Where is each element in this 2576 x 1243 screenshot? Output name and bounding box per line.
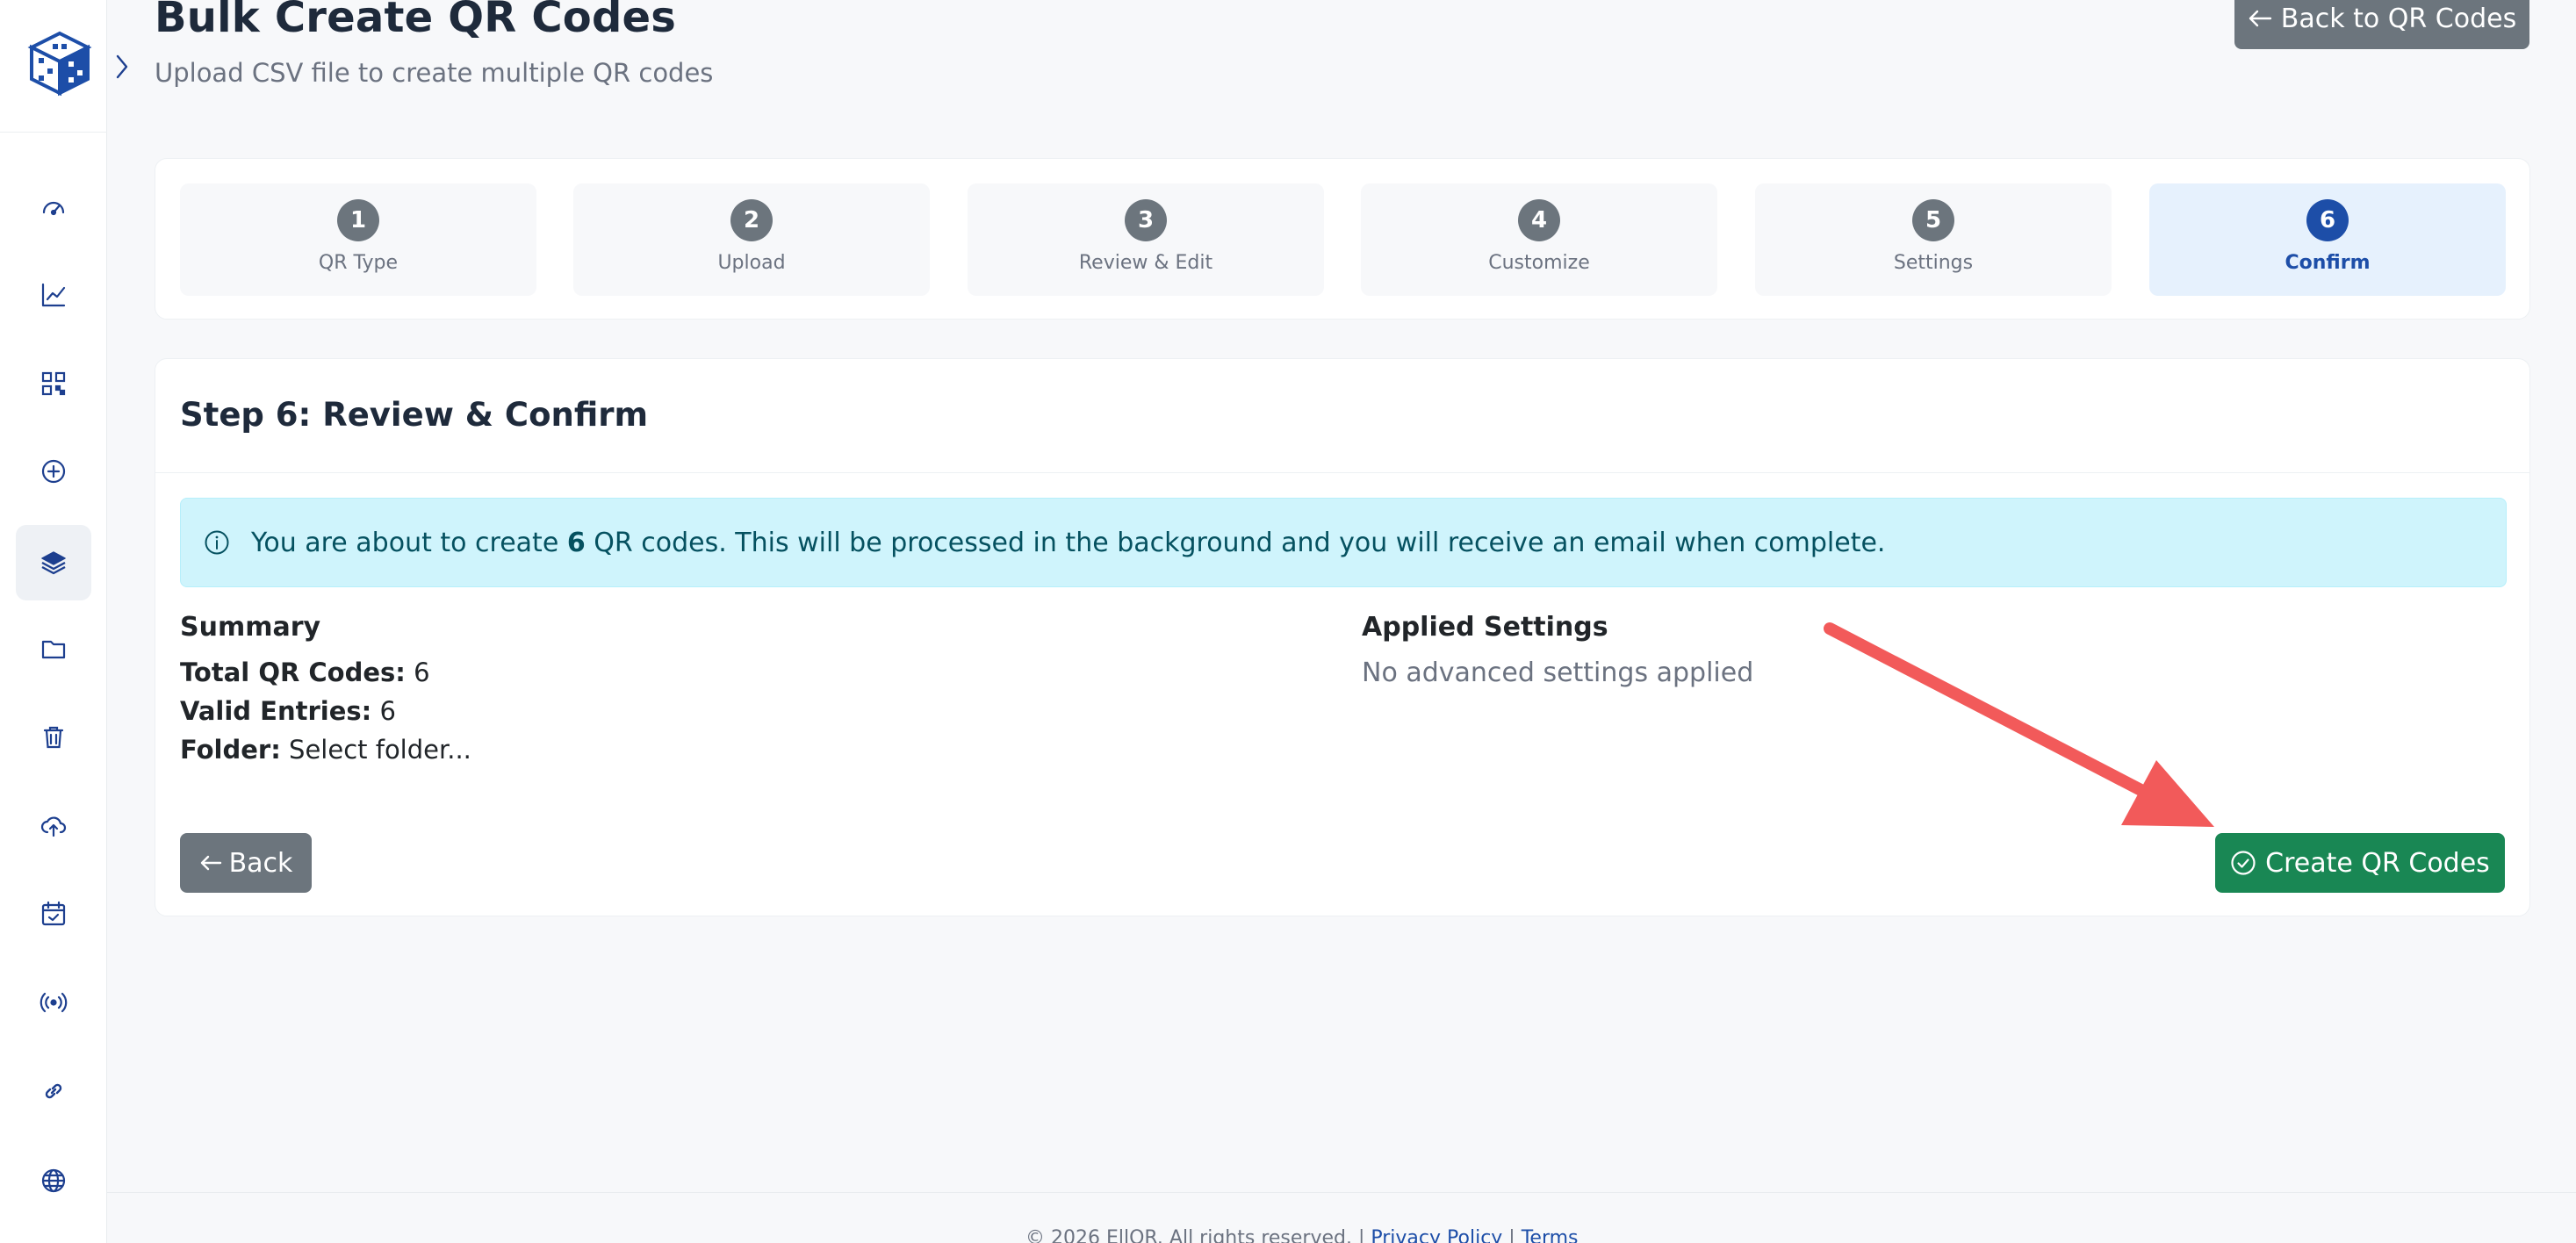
step-label: Settings: [1893, 252, 1974, 274]
step-number: 6: [2306, 199, 2349, 241]
footer-copyright: © 2026 EllQR. All rights reserved. |: [1025, 1227, 1371, 1243]
gauge-icon: [42, 201, 65, 216]
step-qr-type[interactable]: 1 QR Type: [180, 183, 536, 296]
qr-code-icon: [41, 371, 66, 396]
arrow-left-icon: [2249, 10, 2271, 27]
privacy-policy-link[interactable]: Privacy Policy: [1371, 1227, 1502, 1243]
sidebar: [0, 0, 107, 1243]
back-button-label: Back: [228, 847, 293, 879]
footer: © 2026 EllQR. All rights reserved. | Pri…: [1025, 1227, 1579, 1243]
step-label: QR Type: [318, 252, 399, 274]
alert-text-suffix: QR codes. This will be processed in the …: [585, 527, 1886, 558]
info-alert: You are about to create 6 QR codes. This…: [180, 498, 2507, 587]
sidebar-divider: [0, 132, 107, 133]
step-number: 4: [1518, 199, 1560, 241]
back-button[interactable]: Back: [180, 833, 312, 893]
summary-valid-value: 6: [371, 696, 396, 726]
sidebar-item-trash[interactable]: [16, 700, 91, 775]
sidebar-item-upload[interactable]: [16, 787, 91, 863]
terms-link[interactable]: Terms: [1522, 1227, 1579, 1243]
summary-total: Total QR Codes: 6: [180, 657, 430, 687]
summary-total-value: 6: [405, 657, 430, 687]
step-review-edit[interactable]: 3 Review & Edit: [968, 183, 1324, 296]
summary-folder: Folder: Select folder...: [180, 735, 471, 765]
step-label: Upload: [717, 252, 786, 274]
stepper: 1 QR Type 2 Upload 3 Review & Edit 4 Cus…: [155, 158, 2530, 320]
create-qr-codes-button[interactable]: Create QR Codes: [2215, 833, 2505, 893]
folder-icon: [41, 640, 66, 659]
step-label: Review & Edit: [1078, 252, 1213, 274]
summary-folder-label: Folder:: [180, 735, 281, 765]
layers-icon: [41, 551, 66, 575]
card-title: Step 6: Review & Confirm: [180, 396, 649, 434]
globe-icon: [41, 1168, 66, 1193]
sidebar-item-analytics[interactable]: [16, 257, 91, 333]
summary-total-label: Total QR Codes:: [180, 657, 406, 687]
applied-settings-heading: Applied Settings: [1362, 612, 1608, 643]
step-label: Customize: [1488, 252, 1590, 274]
line-chart-icon: [41, 283, 66, 307]
summary-folder-value: Select folder...: [280, 735, 471, 765]
page-subtitle: Upload CSV file to create multiple QR co…: [155, 58, 714, 88]
logo-cube-icon[interactable]: [26, 30, 93, 97]
sidebar-item-calendar[interactable]: [16, 876, 91, 952]
step-number: 3: [1125, 199, 1167, 241]
confirm-card: Step 6: Review & Confirm You are about t…: [155, 358, 2530, 916]
alert-count: 6: [566, 527, 586, 558]
sidebar-item-bulk-create[interactable]: [16, 525, 91, 600]
sidebar-item-create[interactable]: [16, 434, 91, 509]
info-circle-icon: [205, 530, 229, 555]
card-header: Step 6: Review & Confirm: [155, 359, 2529, 473]
step-label: Confirm: [2285, 252, 2371, 274]
trash-icon: [43, 726, 64, 749]
summary-heading: Summary: [180, 612, 321, 643]
plus-circle-icon: [41, 459, 66, 484]
step-customize[interactable]: 4 Customize: [1361, 183, 1717, 296]
arrow-left-icon: [200, 855, 221, 871]
step-number: 5: [1912, 199, 1954, 241]
chevron-right-icon: [116, 54, 128, 79]
sidebar-item-qr-codes[interactable]: [16, 346, 91, 421]
step-number: 1: [337, 199, 379, 241]
alert-text-prefix: You are about to create: [251, 527, 567, 558]
page-title: Bulk Create QR Codes: [155, 0, 677, 42]
sidebar-item-domains[interactable]: [16, 1143, 91, 1218]
summary-valid: Valid Entries: 6: [180, 696, 396, 726]
sidebar-item-links[interactable]: [16, 1053, 91, 1129]
broadcast-icon: [40, 992, 68, 1013]
sidebar-item-folders[interactable]: [16, 611, 91, 686]
cloud-upload-icon: [40, 816, 67, 837]
footer-divider: [107, 1192, 2576, 1193]
applied-settings-text: No advanced settings applied: [1362, 657, 1754, 688]
calendar-check-icon: [41, 901, 66, 926]
sidebar-item-dashboard[interactable]: [16, 169, 91, 245]
sidebar-item-broadcast[interactable]: [16, 965, 91, 1040]
summary-valid-label: Valid Entries:: [180, 696, 372, 726]
step-number: 2: [730, 199, 773, 241]
step-settings[interactable]: 5 Settings: [1755, 183, 2112, 296]
footer-separator: |: [1502, 1227, 1522, 1243]
step-upload[interactable]: 2 Upload: [573, 183, 930, 296]
back-to-qr-codes-label: Back to QR Codes: [2280, 3, 2517, 34]
step-confirm[interactable]: 6 Confirm: [2149, 183, 2506, 296]
check-circle-icon: [2231, 851, 2256, 875]
sidebar-toggle-button[interactable]: [111, 51, 133, 83]
back-to-qr-codes-button[interactable]: Back to QR Codes: [2234, 0, 2529, 49]
link-icon: [45, 1083, 62, 1099]
create-qr-codes-label: Create QR Codes: [2265, 847, 2490, 879]
